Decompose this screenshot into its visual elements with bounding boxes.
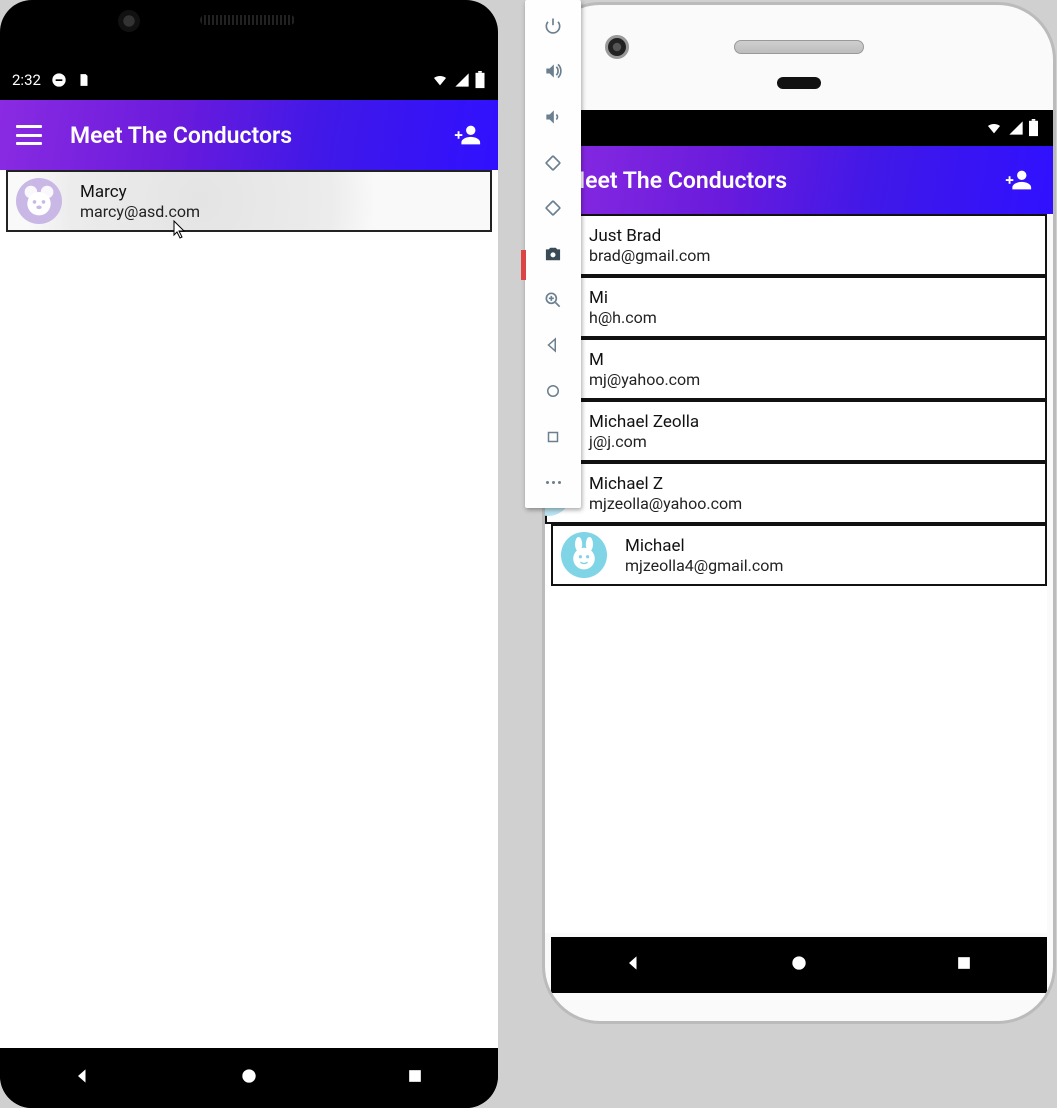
camera-icon[interactable] bbox=[541, 242, 565, 266]
more-icon[interactable] bbox=[541, 470, 565, 494]
contact-name: Michael bbox=[625, 536, 783, 556]
contact-email: mjzeolla@yahoo.com bbox=[589, 494, 742, 513]
contact-row[interactable]: Mi h@h.com bbox=[545, 276, 1047, 338]
home-nav-icon[interactable] bbox=[541, 379, 565, 403]
contacts-list: Marcy marcy@asd.com bbox=[6, 170, 492, 232]
nav-bar bbox=[551, 937, 1047, 993]
contact-row[interactable]: Michael Z mjzeolla@yahoo.com bbox=[545, 462, 1047, 524]
battery-icon bbox=[1028, 119, 1039, 137]
overview-button[interactable] bbox=[954, 953, 974, 977]
overview-nav-icon[interactable] bbox=[541, 425, 565, 449]
back-button[interactable] bbox=[624, 953, 644, 977]
phone-frame-left: 2:32 Meet The Conductors bbox=[0, 0, 498, 1108]
menu-icon[interactable] bbox=[16, 125, 42, 145]
status-bar: 2:32 bbox=[0, 60, 498, 100]
contact-name: Michael Z bbox=[589, 474, 742, 494]
power-icon[interactable] bbox=[541, 14, 565, 38]
contact-row[interactable]: Just Brad brad@gmail.com bbox=[545, 214, 1047, 276]
phone-frame-right: Meet The Conductors Just Brad brad@gmail… bbox=[542, 2, 1056, 1024]
add-person-button[interactable] bbox=[1003, 167, 1033, 193]
nav-bar bbox=[0, 1048, 498, 1108]
contacts-list: Just Brad brad@gmail.com Mi h@h.com M mj… bbox=[545, 214, 1047, 933]
status-bar bbox=[545, 110, 1053, 146]
contact-email: mjzeolla4@gmail.com bbox=[625, 556, 783, 575]
contact-email: h@h.com bbox=[589, 308, 657, 327]
contact-email: marcy@asd.com bbox=[80, 202, 200, 221]
window-split-handle[interactable] bbox=[521, 250, 526, 280]
home-button[interactable] bbox=[239, 1066, 259, 1090]
wifi-icon bbox=[430, 72, 450, 88]
emulator-toolbar bbox=[525, 0, 581, 508]
avatar-bunny-icon bbox=[561, 532, 607, 578]
contact-name: Michael Zeolla bbox=[589, 412, 699, 432]
add-person-button[interactable] bbox=[452, 122, 482, 148]
rotate-right-icon[interactable] bbox=[541, 197, 565, 221]
app-bar: Meet The Conductors bbox=[0, 100, 498, 170]
zoom-in-icon[interactable] bbox=[541, 288, 565, 312]
contact-email: brad@gmail.com bbox=[589, 246, 710, 265]
contact-row[interactable]: M mj@yahoo.com bbox=[545, 338, 1047, 400]
signal-icon bbox=[1008, 120, 1024, 136]
camera-hole-icon bbox=[118, 10, 140, 32]
contact-name: Mi bbox=[589, 288, 657, 308]
home-button[interactable] bbox=[789, 953, 809, 977]
contact-email: j@j.com bbox=[589, 432, 699, 451]
bezel-top bbox=[0, 0, 498, 60]
app-title: Meet The Conductors bbox=[70, 122, 424, 149]
wifi-icon bbox=[984, 120, 1004, 136]
volume-down-icon[interactable] bbox=[541, 105, 565, 129]
status-time: 2:32 bbox=[12, 71, 41, 89]
contact-name: Just Brad bbox=[589, 226, 710, 246]
avatar-bear-icon bbox=[16, 178, 62, 224]
back-nav-icon[interactable] bbox=[541, 333, 565, 357]
camera-hole-icon bbox=[605, 35, 629, 59]
contact-email: mj@yahoo.com bbox=[589, 370, 700, 389]
speaker-grille-icon bbox=[734, 40, 864, 54]
bezel-top bbox=[545, 5, 1053, 110]
dnd-icon bbox=[51, 72, 67, 88]
rotate-left-icon[interactable] bbox=[541, 151, 565, 175]
overview-button[interactable] bbox=[405, 1066, 425, 1090]
signal-icon bbox=[454, 72, 470, 88]
speaker-grille-icon bbox=[200, 15, 295, 25]
contact-row[interactable]: Marcy marcy@asd.com bbox=[6, 170, 492, 232]
battery-icon bbox=[474, 71, 486, 89]
contact-row[interactable]: Michael mjzeolla4@gmail.com bbox=[551, 524, 1047, 586]
sensor-icon bbox=[777, 77, 821, 89]
app-title: Meet The Conductors bbox=[565, 167, 989, 194]
contact-name: M bbox=[589, 350, 700, 370]
back-button[interactable] bbox=[73, 1066, 93, 1090]
volume-up-icon[interactable] bbox=[541, 60, 565, 84]
contact-row[interactable]: Michael Zeolla j@j.com bbox=[545, 400, 1047, 462]
contact-name: Marcy bbox=[80, 182, 200, 202]
sim-icon bbox=[77, 72, 91, 88]
contact-text: Marcy marcy@asd.com bbox=[80, 182, 200, 221]
app-bar: Meet The Conductors bbox=[545, 146, 1053, 214]
